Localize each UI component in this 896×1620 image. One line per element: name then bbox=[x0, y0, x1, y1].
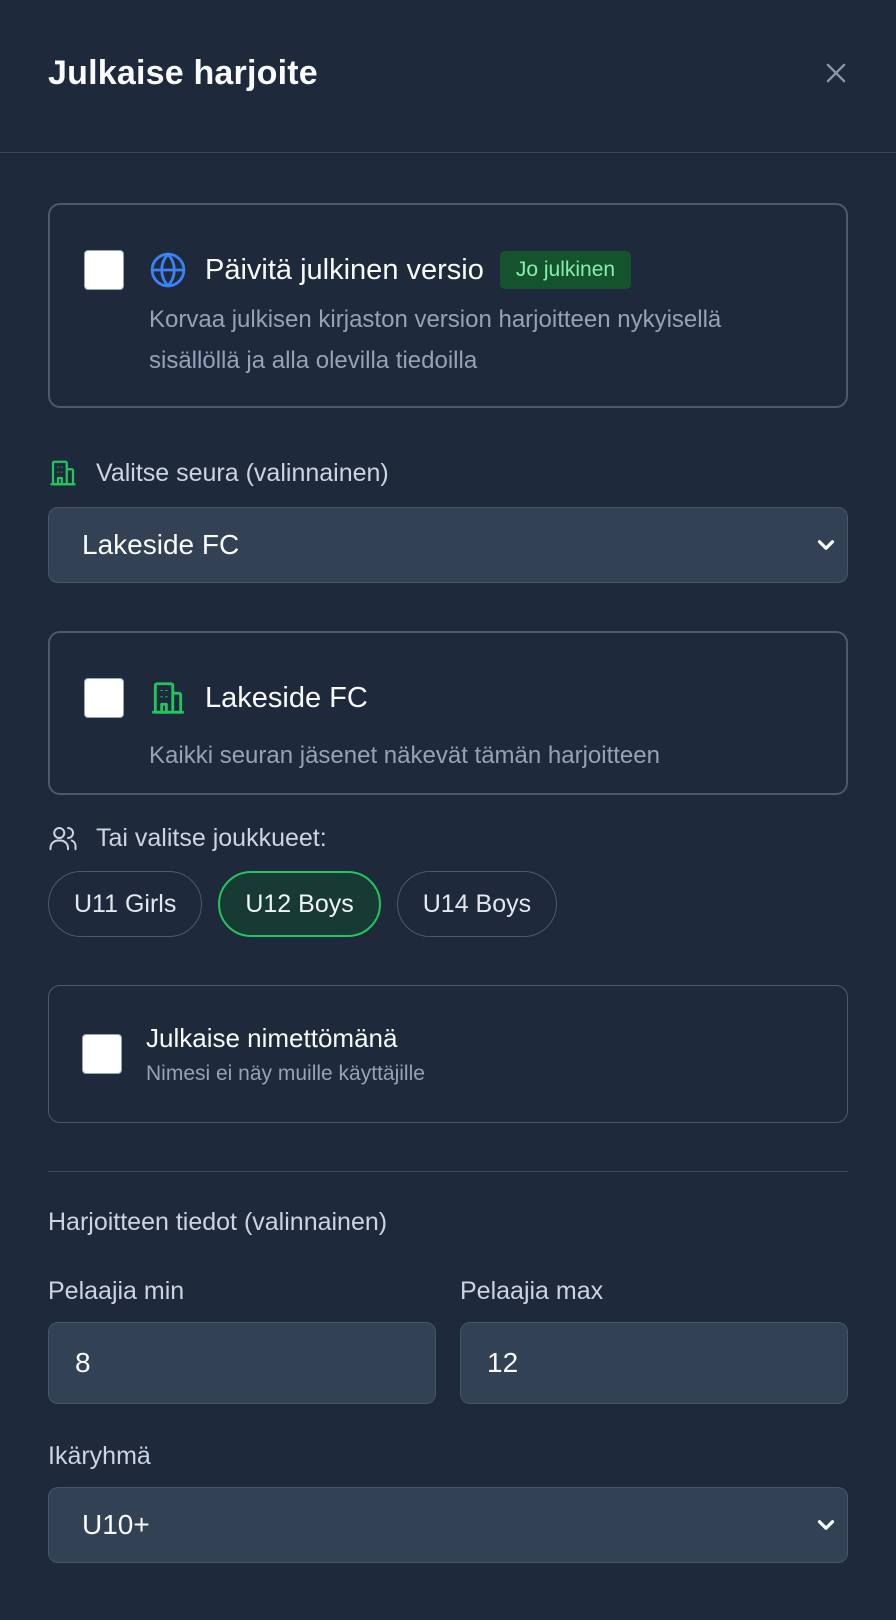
publish-anonymously-title: Julkaise nimettömänä bbox=[146, 1022, 398, 1053]
update-public-version-body: Päivitä julkinen versio Jo julkinen Korv… bbox=[149, 245, 812, 381]
chevron-down-icon bbox=[817, 540, 835, 550]
close-button[interactable] bbox=[816, 53, 856, 93]
section-divider bbox=[48, 1171, 848, 1172]
globe-icon bbox=[149, 251, 187, 289]
update-public-version-checkbox[interactable] bbox=[84, 250, 124, 290]
building-icon bbox=[48, 458, 78, 488]
club-select-label: Valitse seura (valinnainen) bbox=[48, 458, 848, 488]
club-visibility-title: Lakeside FC bbox=[205, 681, 368, 714]
club-visibility-body: Lakeside FC Kaikki seuran jäsenet näkevä… bbox=[149, 673, 812, 776]
players-min-label: Pelaajia min bbox=[48, 1277, 185, 1305]
players-row: Pelaajia min 8 Pelaajia max 12 bbox=[48, 1277, 848, 1404]
publish-drill-modal: Julkaise harjoite Päivitä julkinen versi… bbox=[0, 0, 896, 1620]
update-public-version-description: Korvaa julkisen kirjaston version harjoi… bbox=[149, 306, 722, 374]
players-max-label: Pelaajia max bbox=[460, 1277, 604, 1305]
modal-content: Päivitä julkinen versio Jo julkinen Korv… bbox=[0, 153, 896, 1563]
club-select-value: Lakeside FC bbox=[82, 529, 240, 560]
modal-header: Julkaise harjoite bbox=[0, 0, 896, 153]
modal-title: Julkaise harjoite bbox=[48, 53, 318, 92]
already-public-badge: Jo julkinen bbox=[499, 251, 632, 289]
club-select[interactable]: Lakeside FC bbox=[48, 507, 848, 583]
update-public-version-title: Päivitä julkinen versio bbox=[205, 253, 484, 286]
building-icon bbox=[149, 679, 187, 717]
age-group-value: U10+ bbox=[82, 1509, 150, 1540]
team-chip-u12-boys[interactable]: U12 Boys bbox=[218, 871, 381, 937]
age-group-label: Ikäryhmä bbox=[48, 1442, 151, 1470]
close-icon bbox=[826, 63, 846, 83]
age-group-select[interactable]: U10+ bbox=[48, 1487, 848, 1563]
publish-anonymously-description: Nimesi ei näy muille käyttäjille bbox=[146, 1061, 425, 1085]
team-chips: U11 Girls U12 Boys U14 Boys bbox=[48, 871, 848, 937]
players-min-input[interactable]: 8 bbox=[48, 1322, 436, 1404]
chevron-down-icon bbox=[817, 1520, 835, 1530]
publish-anonymously-checkbox[interactable] bbox=[82, 1034, 122, 1074]
club-visibility-card[interactable]: Lakeside FC Kaikki seuran jäsenet näkevä… bbox=[48, 631, 848, 795]
details-section-title: Harjoitteen tiedot (valinnainen) bbox=[48, 1208, 388, 1236]
team-chip-u14-boys[interactable]: U14 Boys bbox=[396, 871, 558, 937]
update-public-version-card[interactable]: Päivitä julkinen versio Jo julkinen Korv… bbox=[48, 203, 848, 408]
teams-label: Tai valitse joukkueet: bbox=[48, 823, 848, 853]
club-visibility-checkbox[interactable] bbox=[84, 678, 124, 718]
teams-label-text: Tai valitse joukkueet: bbox=[96, 823, 327, 852]
users-icon bbox=[48, 823, 78, 853]
club-select-label-text: Valitse seura (valinnainen) bbox=[96, 458, 389, 487]
club-visibility-description: Kaikki seuran jäsenet näkevät tämän harj… bbox=[149, 742, 660, 769]
team-chip-u11-girls[interactable]: U11 Girls bbox=[48, 871, 203, 937]
publish-anonymously-card[interactable]: Julkaise nimettömänä Nimesi ei näy muill… bbox=[48, 985, 848, 1123]
players-max-input[interactable]: 12 bbox=[460, 1322, 848, 1404]
